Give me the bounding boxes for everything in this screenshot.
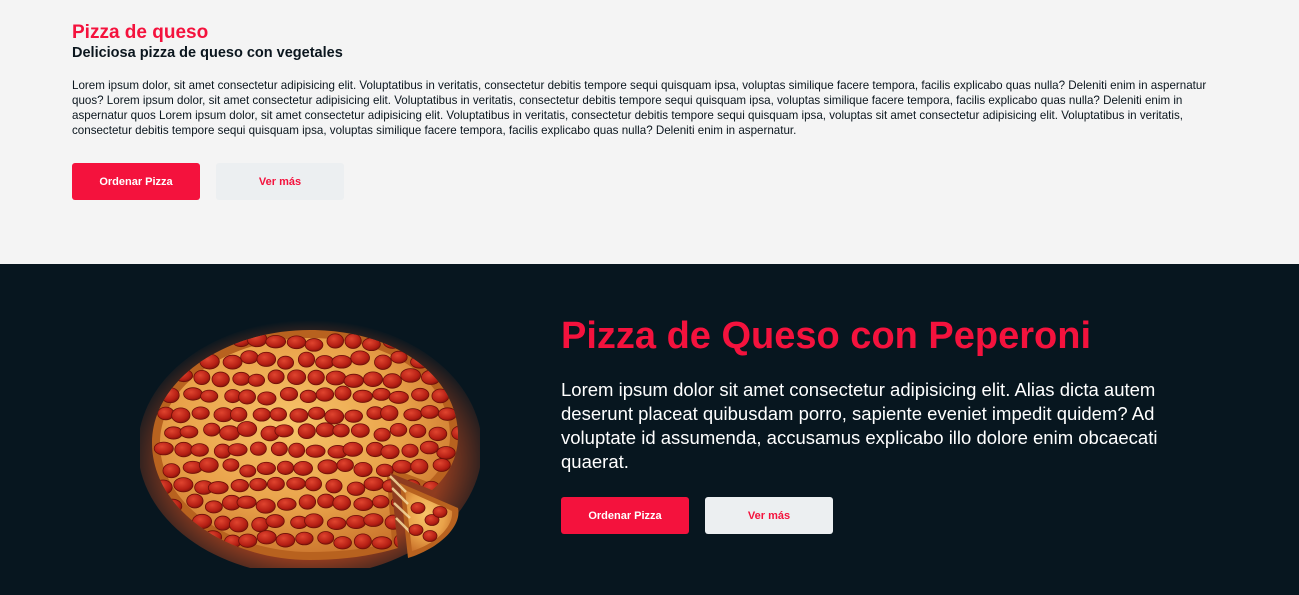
order-pizza-button[interactable]: Ordenar Pizza bbox=[72, 163, 200, 200]
order-pepperoni-pizza-button[interactable]: Ordenar Pizza bbox=[561, 497, 689, 534]
cheese-pizza-subtitle: Deliciosa pizza de queso con vegetales bbox=[72, 45, 343, 61]
pepperoni-pizza-image bbox=[138, 308, 482, 576]
pepperoni-pizza-section: Pizza de Queso con Peperoni Lorem ipsum … bbox=[0, 264, 1299, 595]
cheese-pizza-title: Pizza de queso bbox=[72, 22, 209, 43]
cheese-pizza-section: Pizza de queso Deliciosa pizza de queso … bbox=[0, 0, 1299, 264]
pepperoni-pizza-actions: Ordenar Pizza Ver más bbox=[561, 497, 833, 534]
cheese-pizza-actions: Ordenar Pizza Ver más bbox=[72, 163, 344, 200]
cheese-pizza-content: Pizza de queso Deliciosa pizza de queso … bbox=[72, 22, 1232, 138]
cheese-pizza-description: Lorem ipsum dolor, sit amet consectetur … bbox=[72, 79, 1207, 137]
pepperoni-pizza-title: Pizza de Queso con Peperoni bbox=[561, 315, 1092, 357]
see-more-button[interactable]: Ver más bbox=[216, 163, 344, 200]
see-more-pepperoni-button[interactable]: Ver más bbox=[705, 497, 833, 534]
pepperoni-pizza-description: Lorem ipsum dolor sit amet consectetur a… bbox=[561, 379, 1158, 472]
